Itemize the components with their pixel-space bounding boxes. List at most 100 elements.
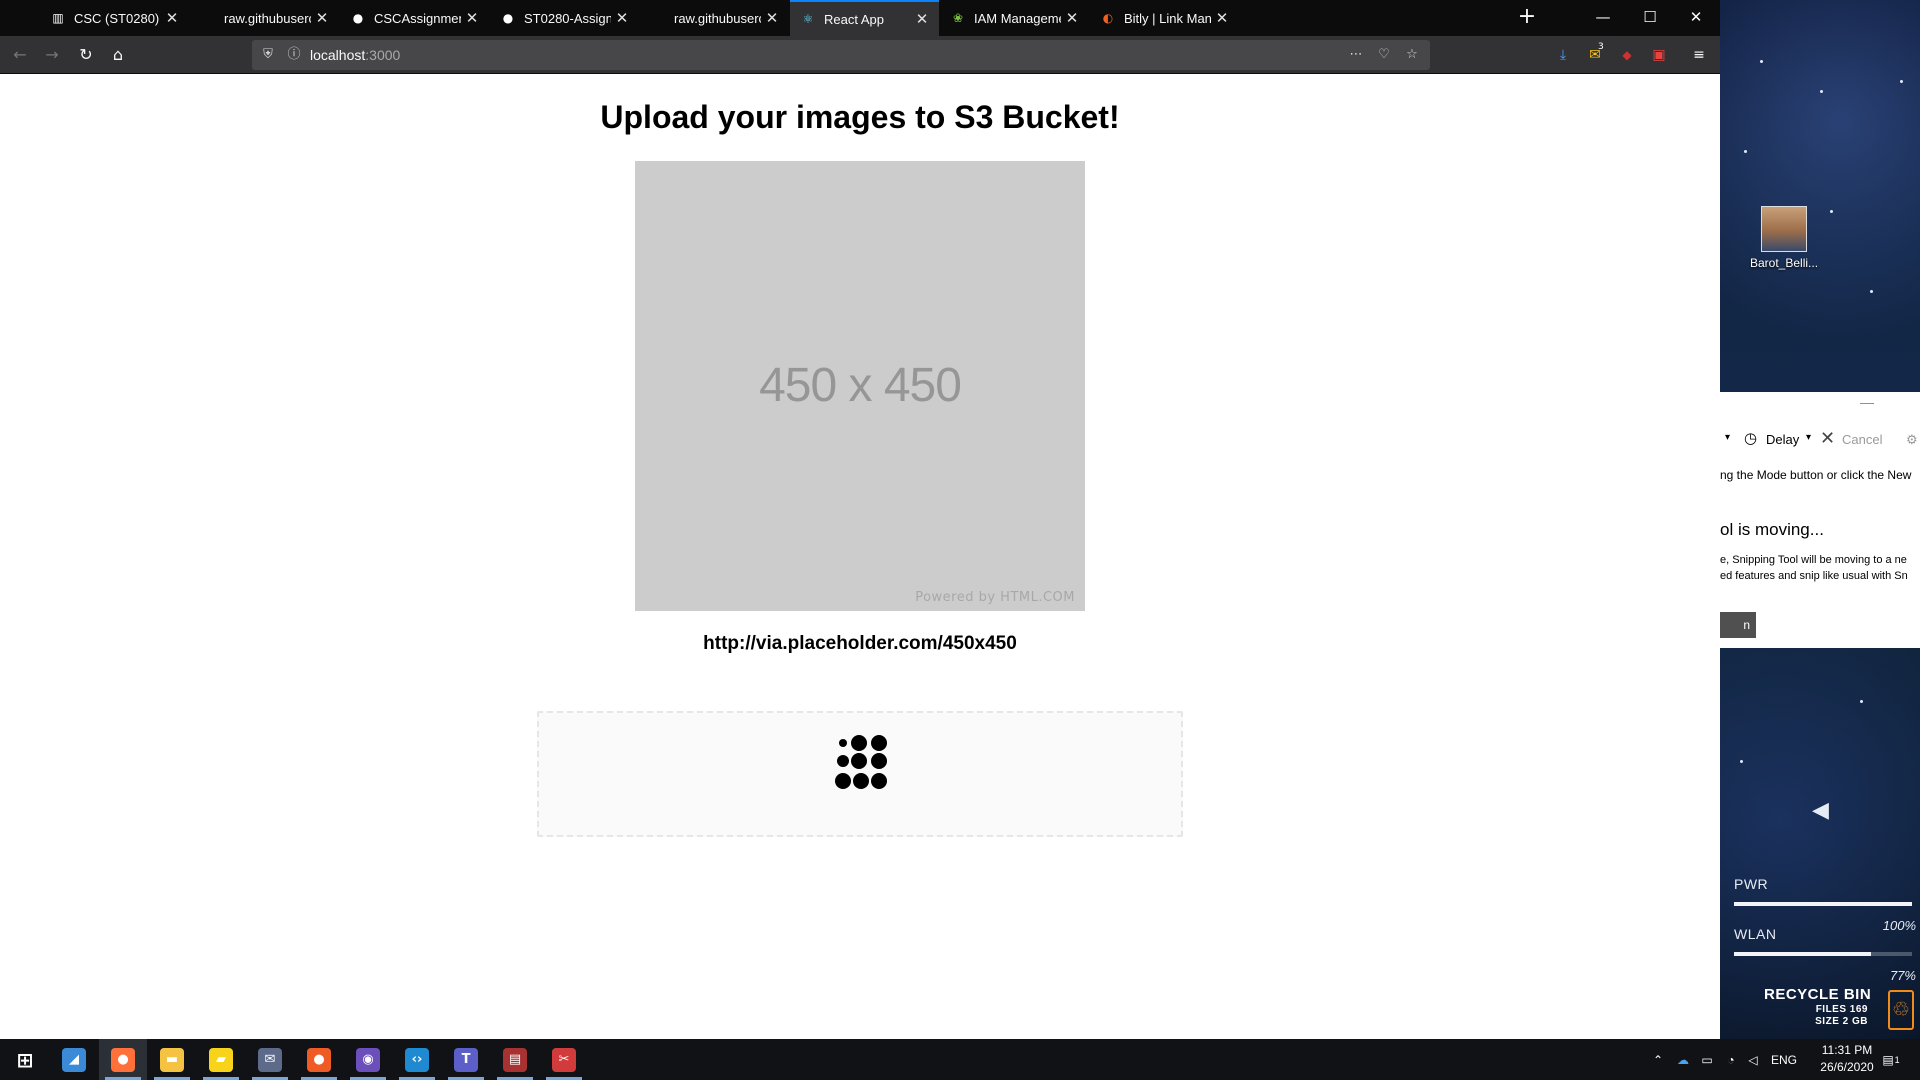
page-title: Upload your images to S3 Bucket! (600, 99, 1120, 135)
extension-red-icon[interactable]: ▣ (1648, 43, 1670, 67)
maximize-window-button[interactable]: ☐ (1627, 0, 1673, 36)
tab-close-icon[interactable]: ✕ (1211, 9, 1233, 27)
clock-time: 11:31 PM (1821, 1043, 1873, 1057)
app-menu-icon[interactable]: ≡ (1688, 43, 1710, 67)
tab-title: raw.githubusercontent.com (674, 10, 761, 26)
forward-button[interactable]: → (38, 43, 66, 67)
wallpaper-star (1870, 290, 1873, 293)
bookmark-star-icon[interactable]: ☆ (1402, 45, 1422, 65)
snipping-notice-heading: ol is moving... (1720, 520, 1824, 539)
taskbar-app-explorer-tool-icon: ◢ (62, 1047, 86, 1072)
battery-icon[interactable]: ▭ (1696, 1039, 1718, 1080)
pwr-meter-fill (1734, 902, 1912, 906)
options-gear-icon[interactable]: ⚙ (1906, 432, 1918, 448)
taskbar-app-sticky-notes-icon: ▰ (209, 1047, 233, 1072)
browser-tab[interactable]: raw.githubusercontent.com✕ (640, 0, 789, 36)
taskbar-app-sticky-notes[interactable]: ▰ (197, 1039, 245, 1080)
upload-dropzone[interactable] (537, 711, 1183, 837)
url-text[interactable]: localhost:3000 (310, 47, 400, 63)
start-button-icon: ⊞ (16, 1047, 34, 1072)
home-button[interactable]: ⌂ (104, 43, 132, 67)
back-button[interactable]: ← (6, 43, 34, 67)
pwr-meter-track (1734, 902, 1912, 906)
wifi-icon[interactable]: ◔ (1720, 1039, 1742, 1080)
recycle-bin-size: SIZE 2 GB (1815, 1016, 1868, 1027)
browser-window: ▥CSC (ST0280) Assignment✕raw.githubuserc… (0, 0, 1720, 1039)
tab-title: CSCAssignment1V2/Do (374, 10, 461, 26)
taskbar-app-explorer-tool[interactable]: ◢ (50, 1039, 98, 1080)
taskbar-app-outlook-icon: ✉ (258, 1047, 282, 1072)
browser-tab[interactable]: ▥ CSC (ST0280) Assignment✕ (40, 0, 189, 36)
ublock-origin-icon[interactable]: ◆ (1616, 43, 1638, 67)
taskbar-app-snipping-tool[interactable]: ✂ (540, 1039, 588, 1080)
tab-close-icon[interactable]: ✕ (611, 9, 633, 27)
browser-tab[interactable]: ❀ IAM Management Cons✕ (940, 0, 1089, 36)
minimize-window-button[interactable]: — (1580, 0, 1626, 36)
reload-button[interactable]: ↻ (72, 43, 100, 67)
delay-button[interactable]: Delay (1766, 432, 1799, 447)
taskbar-app-file-explorer-icon: ▬ (160, 1047, 184, 1072)
desktop-shortcut[interactable]: Barot_Belli... (1750, 206, 1818, 270)
delay-dropdown-arrow-icon[interactable]: ▾ (1806, 432, 1811, 443)
browser-tab[interactable]: ● ST0280-Assignment-1/✕ (490, 0, 639, 36)
tab-close-icon[interactable]: ✕ (911, 10, 933, 28)
system-clock[interactable]: 11:31 PM 26/6/2020 (1814, 1042, 1880, 1076)
onedrive-cloud-icon[interactable]: ☁ (1672, 1039, 1694, 1080)
taskbar-app-firefox-icon: ● (111, 1047, 135, 1072)
tab-title: CSC (ST0280) Assignment (74, 10, 161, 26)
close-window-button[interactable]: ✕ (1673, 0, 1719, 36)
tab-close-icon[interactable]: ✕ (1061, 9, 1083, 27)
recycle-bin-icon: ♲ (1888, 990, 1914, 1030)
tab-close-icon[interactable]: ✕ (161, 9, 183, 27)
wallpaper-star (1744, 150, 1747, 153)
taskbar-app-postman[interactable]: ● (295, 1039, 343, 1080)
extension-mail-icon[interactable]: ✉ 3 (1584, 42, 1606, 67)
site-info-icon[interactable]: ⓘ (284, 45, 304, 65)
address-bar[interactable]: ⛨ ⓘ localhost:3000 ⋯ ♡ ☆ (252, 40, 1430, 70)
volume-icon[interactable]: ◁ (1742, 1039, 1764, 1080)
taskbar-app-teams[interactable]: T (442, 1039, 490, 1080)
pwr-meter-value: 100% (1882, 918, 1916, 933)
wlan-meter-track (1734, 952, 1912, 956)
action-center-icon[interactable]: ▤ 1 (1876, 1039, 1906, 1080)
start-button[interactable]: ⊞ (1, 1039, 49, 1080)
new-tab-button[interactable]: + (1512, 2, 1542, 34)
downloads-icon[interactable]: ⤓ (1552, 43, 1574, 67)
taskbar-app-teams-chat[interactable]: ◉ (344, 1039, 392, 1080)
wlan-meter-fill (1734, 952, 1872, 956)
tab-title: raw.githubusercontent.com (224, 10, 311, 26)
language-indicator[interactable]: ENG (1766, 1039, 1802, 1080)
wallpaper-star (1900, 80, 1903, 83)
wallpaper-star (1820, 90, 1823, 93)
tab-close-icon[interactable]: ✕ (311, 9, 333, 27)
browser-tab[interactable]: raw.githubusercontent.com✕ (190, 0, 339, 36)
pwr-meter-label: PWR (1734, 876, 1769, 892)
snipping-notice-button[interactable]: n (1720, 612, 1756, 638)
wallpaper-star (1740, 760, 1743, 763)
tab-close-icon[interactable]: ✕ (761, 9, 783, 27)
mode-dropdown-arrow-icon[interactable]: ▾ (1725, 432, 1730, 443)
page-actions-icon[interactable]: ⋯ (1346, 45, 1366, 65)
taskbar-app-outlook[interactable]: ✉ (246, 1039, 294, 1080)
taskbar-app-vscode[interactable]: ‹› (393, 1039, 441, 1080)
browser-tab[interactable]: ● CSCAssignment1V2/Do✕ (340, 0, 489, 36)
taskbar-app-winrar-icon: ▤ (503, 1047, 527, 1072)
pocket-icon[interactable]: ♡ (1374, 45, 1394, 65)
wallpaper-star (1760, 60, 1763, 63)
browser-tab[interactable]: ⚛ React App ✕ (790, 0, 939, 36)
browser-tab[interactable]: ◐ Bitly | Link Management✕ (1090, 0, 1239, 36)
desktop-shortcut-image (1761, 206, 1807, 252)
url-port: :3000 (365, 47, 401, 63)
preview-dimensions: 450 x 450 (759, 359, 962, 412)
cancel-button[interactable]: Cancel (1842, 432, 1882, 447)
tab-close-icon[interactable]: ✕ (461, 9, 483, 27)
taskbar-app-vscode-icon: ‹› (405, 1047, 429, 1072)
snipping-minimize-button[interactable]: — (1860, 394, 1874, 410)
taskbar-app-firefox[interactable]: ● (99, 1039, 147, 1080)
taskbar-app-winrar[interactable]: ▤ (491, 1039, 539, 1080)
tab-strip: ▥CSC (ST0280) Assignment✕raw.githubuserc… (0, 0, 1720, 36)
tracking-protection-shield-icon[interactable]: ⛨ (258, 45, 278, 65)
show-hidden-icons-chevron-icon[interactable]: ⌃ (1648, 1039, 1668, 1080)
notification-count: 1 (1894, 1054, 1900, 1065)
taskbar-app-file-explorer[interactable]: ▬ (148, 1039, 196, 1080)
